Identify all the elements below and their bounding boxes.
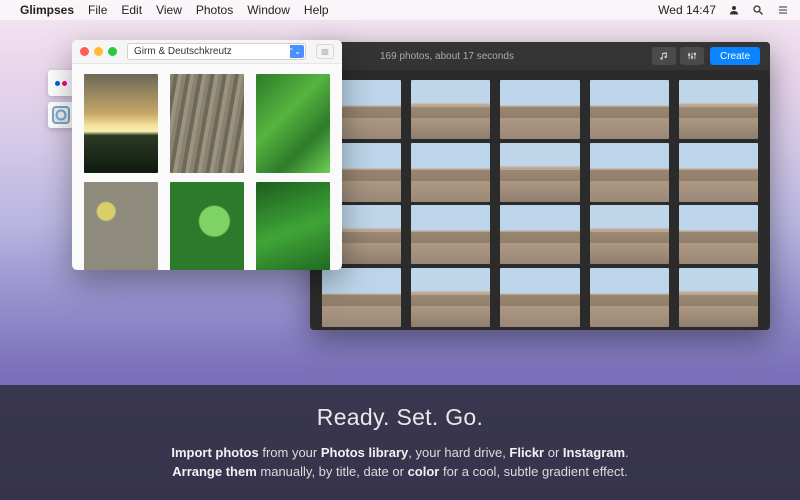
- instagram-tab[interactable]: [48, 102, 74, 128]
- main-window: 169 photos, about 17 seconds Create: [310, 42, 770, 330]
- menu-window[interactable]: Window: [247, 3, 290, 17]
- album-thumb[interactable]: [84, 182, 158, 270]
- album-thumb[interactable]: [84, 74, 158, 173]
- flickr-icon: [55, 81, 67, 86]
- menu-photos[interactable]: Photos: [196, 3, 233, 17]
- album-thumb-grid: [72, 64, 342, 270]
- menu-help[interactable]: Help: [304, 3, 329, 17]
- marketing-headline: Ready. Set. Go.: [317, 404, 483, 431]
- close-button[interactable]: [80, 47, 89, 56]
- photo-thumb[interactable]: [411, 143, 490, 202]
- photo-thumb[interactable]: [500, 143, 579, 202]
- minimize-button[interactable]: [94, 47, 103, 56]
- album-dropdown[interactable]: Girm & Deutschkreutz ⌃⌄: [127, 43, 306, 60]
- photo-thumb[interactable]: [590, 268, 669, 327]
- photo-thumb[interactable]: [500, 80, 579, 139]
- zoom-button[interactable]: [108, 47, 117, 56]
- menubar-clock: Wed 14:47: [658, 3, 716, 17]
- photo-thumb[interactable]: [679, 205, 758, 264]
- photo-thumb[interactable]: [590, 143, 669, 202]
- marketing-band: Ready. Set. Go. Import photos from your …: [0, 385, 800, 500]
- album-picker-window: Girm & Deutschkreutz ⌃⌄: [72, 40, 342, 270]
- flickr-tab[interactable]: [48, 70, 74, 96]
- album-thumb[interactable]: [170, 182, 244, 270]
- menu-file[interactable]: File: [88, 3, 107, 17]
- photo-thumb[interactable]: [500, 205, 579, 264]
- photo-thumb[interactable]: [322, 268, 401, 327]
- status-text: 169 photos, about 17 seconds: [320, 51, 648, 62]
- instagram-icon: [52, 106, 70, 124]
- album-titlebar: Girm & Deutschkreutz ⌃⌄: [72, 40, 342, 64]
- photo-thumb[interactable]: [679, 268, 758, 327]
- marketing-line-1: Import photos from your Photos library, …: [171, 443, 628, 463]
- photo-thumb[interactable]: [679, 143, 758, 202]
- mac-menubar: Glimpses File Edit View Photos Window He…: [0, 0, 800, 20]
- photo-grid: [310, 70, 770, 330]
- app-menu[interactable]: Glimpses: [20, 3, 74, 17]
- photo-thumb[interactable]: [500, 268, 579, 327]
- photo-thumb[interactable]: [411, 205, 490, 264]
- photo-thumb[interactable]: [590, 205, 669, 264]
- photo-thumb[interactable]: [411, 80, 490, 139]
- user-icon[interactable]: [728, 4, 740, 16]
- source-tabs: [48, 70, 74, 128]
- spotlight-icon[interactable]: [752, 4, 764, 16]
- menu-extras-icon[interactable]: [776, 4, 790, 16]
- settings-button[interactable]: [680, 47, 704, 65]
- album-thumb[interactable]: [256, 182, 330, 270]
- chevron-updown-icon: ⌃⌄: [288, 48, 301, 56]
- music-button[interactable]: [652, 47, 676, 65]
- marketing-line-2: Arrange them manually, by title, date or…: [172, 462, 627, 482]
- menu-edit[interactable]: Edit: [121, 3, 142, 17]
- photo-thumb[interactable]: [590, 80, 669, 139]
- create-button[interactable]: Create: [710, 47, 760, 65]
- menu-view[interactable]: View: [156, 3, 182, 17]
- photo-thumb[interactable]: [679, 80, 758, 139]
- album-dropdown-label: Girm & Deutschkreutz: [134, 46, 232, 57]
- window-controls: [80, 47, 117, 56]
- album-thumb[interactable]: [256, 74, 330, 173]
- photo-thumb[interactable]: [411, 268, 490, 327]
- main-toolbar: 169 photos, about 17 seconds Create: [310, 42, 770, 70]
- view-mode-button[interactable]: [316, 44, 334, 59]
- album-thumb[interactable]: [170, 74, 244, 173]
